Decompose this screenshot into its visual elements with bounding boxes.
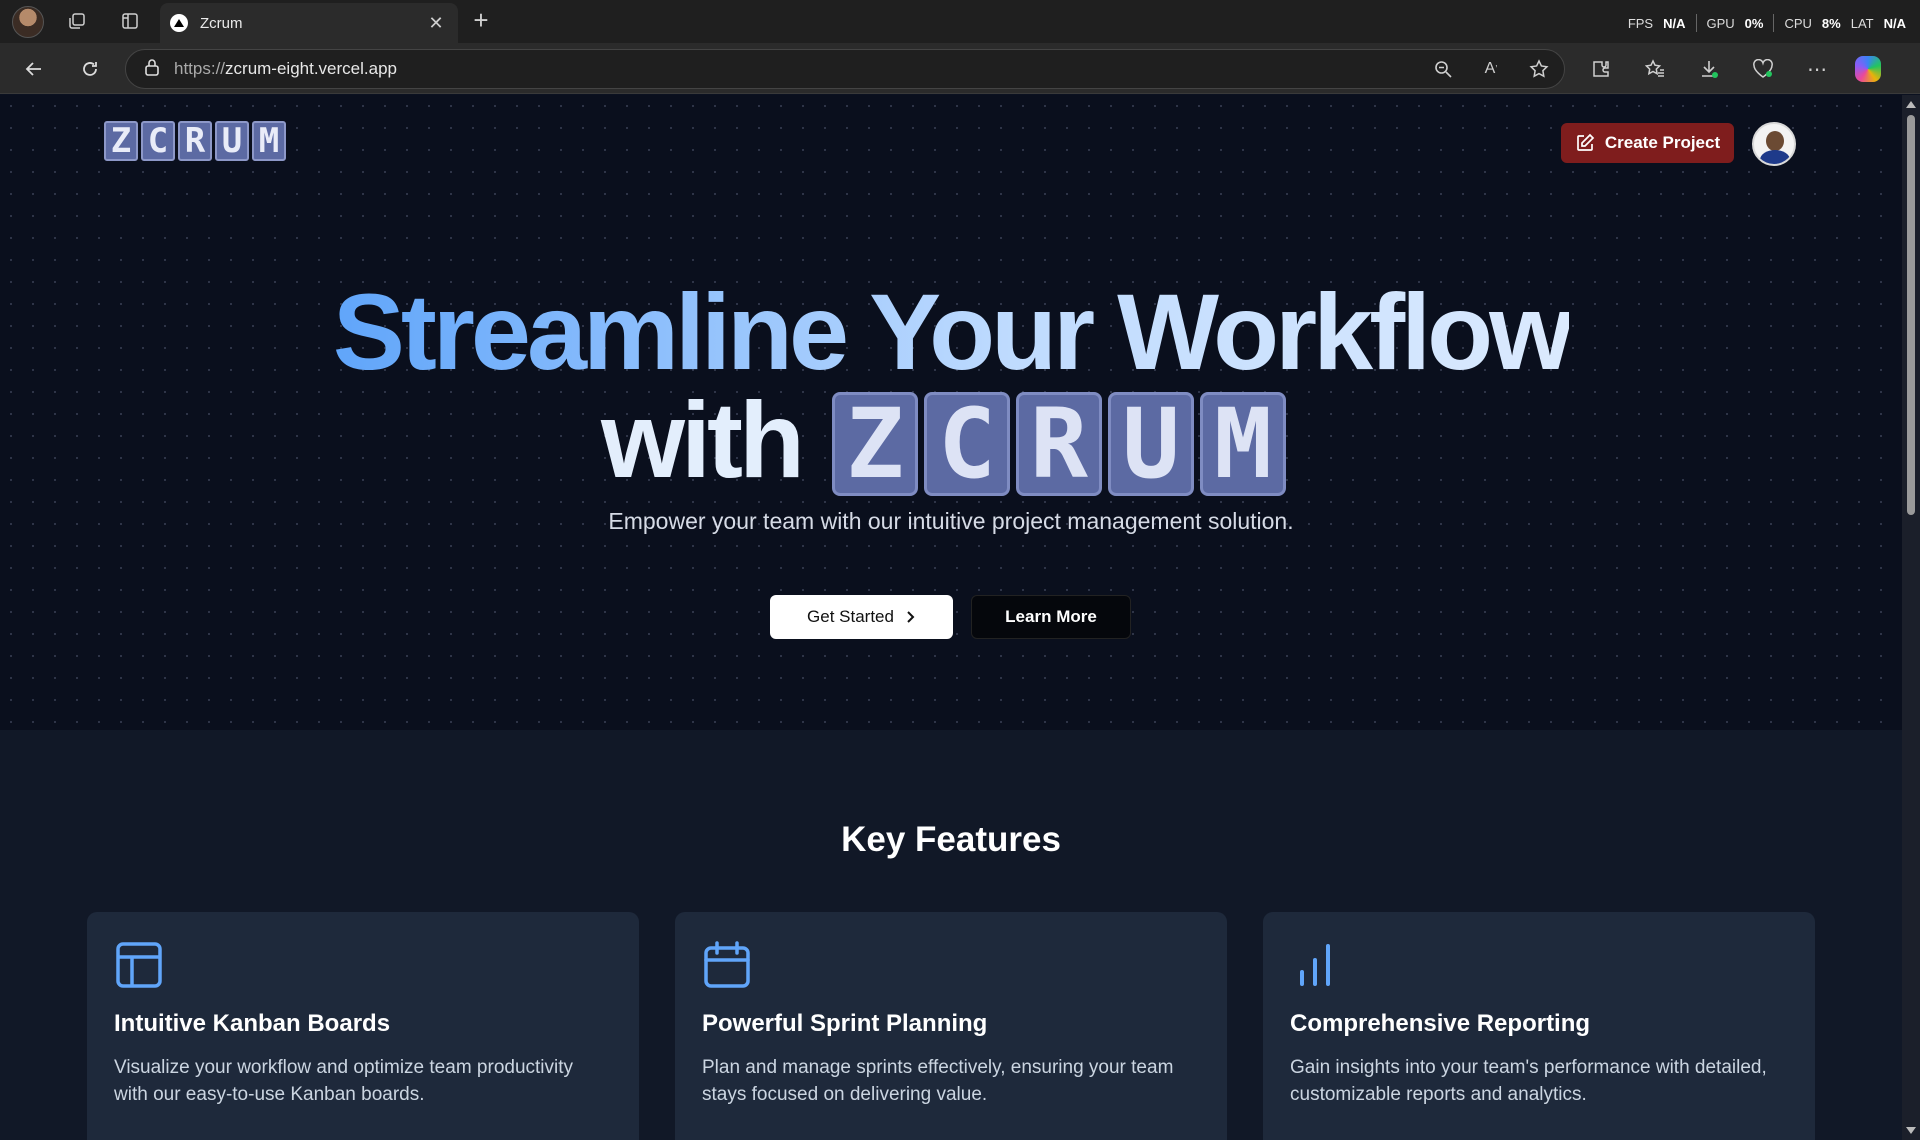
profile-avatar[interactable] — [12, 6, 44, 38]
logo-letter: Z — [832, 392, 918, 496]
url-host: zcrum-eight.vercel.app — [225, 59, 397, 78]
user-avatar[interactable] — [1752, 122, 1796, 166]
page-content: Z C R U M Create Project Streamline Your… — [0, 95, 1902, 1140]
divider — [1773, 14, 1775, 32]
get-started-label: Get Started — [807, 607, 894, 626]
feature-card-kanban: Intuitive Kanban Boards Visualize your w… — [87, 912, 639, 1140]
hero-subtitle: Empower your team with our intuitive pro… — [608, 508, 1294, 534]
logo-letter: M — [252, 121, 286, 161]
gpu-value: 0% — [1744, 15, 1764, 31]
card-description: Visualize your workflow and optimize tea… — [114, 1057, 574, 1105]
cpu-label: CPU — [1784, 15, 1812, 31]
favorites-icon[interactable] — [1639, 53, 1671, 85]
bar-chart-icon — [1290, 940, 1340, 990]
hero-zcrum-logo: Z C R U M — [832, 392, 1286, 496]
layout-icon — [114, 940, 164, 990]
url-prefix: https:// — [174, 59, 226, 78]
read-aloud-icon[interactable]: Aʼ — [1476, 54, 1506, 84]
logo-letter: C — [924, 392, 1010, 496]
url-text: https://zcrum-eight.vercel.app — [174, 59, 397, 79]
vertical-tabs-icon[interactable] — [115, 6, 145, 36]
create-project-label: Create Project — [1604, 133, 1721, 152]
collections-icon[interactable] — [62, 6, 92, 36]
learn-more-label: Learn More — [1005, 607, 1097, 626]
features-section: Key Features Intuitive Kanban Boards Vis… — [0, 730, 1902, 1140]
downloads-icon[interactable] — [1693, 53, 1725, 85]
card-description: Gain insights into your team's performan… — [1290, 1057, 1767, 1105]
features-title: Key Features — [841, 820, 1061, 859]
get-started-button[interactable]: Get Started — [770, 595, 953, 639]
back-button[interactable] — [18, 53, 50, 85]
logo-letter: U — [215, 121, 249, 161]
scrollbar-thumb[interactable] — [1907, 115, 1915, 515]
logo-letter: U — [1108, 392, 1194, 496]
scroll-up-arrow[interactable] — [1906, 101, 1916, 108]
logo-letter: C — [141, 121, 175, 161]
headline-line1: Streamline Your Workflow — [332, 271, 1573, 392]
tab-zcrum[interactable]: Zcrum ✕ — [160, 3, 458, 43]
refresh-button[interactable] — [74, 53, 106, 85]
card-description: Plan and manage sprints effectively, ens… — [702, 1057, 1174, 1105]
learn-more-button[interactable]: Learn More — [971, 595, 1131, 639]
calendar-icon — [702, 940, 752, 990]
hero-headline: Streamline Your Workflow — [0, 277, 1902, 387]
lat-value: N/A — [1883, 15, 1906, 31]
fps-label: FPS — [1627, 15, 1654, 31]
scroll-down-arrow[interactable] — [1906, 1127, 1916, 1134]
browser-tab-bar: Zcrum ✕ + FPS N/A GPU 0% CPU 8% LAT N/A — [0, 0, 1920, 43]
zoom-out-icon[interactable] — [1428, 54, 1458, 84]
performance-overlay: FPS N/A GPU 0% CPU 8% LAT N/A — [1628, 14, 1906, 32]
create-project-button[interactable]: Create Project — [1561, 123, 1734, 163]
feature-card-reporting: Comprehensive Reporting Gain insights in… — [1263, 912, 1815, 1140]
headline-with: with — [601, 379, 805, 500]
lock-icon[interactable] — [144, 58, 160, 81]
logo-letter: Z — [104, 121, 138, 161]
logo-letter: M — [1200, 392, 1286, 496]
logo-letter: R — [1016, 392, 1102, 496]
fps-value: N/A — [1663, 15, 1686, 31]
address-bar-actions: Aʼ — [1428, 54, 1554, 84]
chevron-right-icon — [907, 611, 915, 623]
favorite-star-icon[interactable] — [1524, 54, 1554, 84]
card-title: Powerful Sprint Planning — [702, 1010, 988, 1037]
copilot-icon[interactable] — [1855, 56, 1881, 82]
lat-label: LAT — [1850, 15, 1874, 31]
extensions-icon[interactable] — [1585, 53, 1617, 85]
new-tab-button[interactable]: + — [466, 6, 496, 36]
address-bar[interactable]: https://zcrum-eight.vercel.app Aʼ — [125, 49, 1565, 89]
hero-section: Z C R U M Create Project Streamline Your… — [0, 95, 1902, 730]
divider — [1695, 14, 1697, 32]
vercel-favicon-icon — [170, 14, 188, 32]
browser-toolbar: https://zcrum-eight.vercel.app Aʼ ⋯ — [0, 43, 1920, 94]
close-tab-icon[interactable]: ✕ — [424, 13, 448, 34]
feature-card-sprint: Powerful Sprint Planning Plan and manage… — [675, 912, 1227, 1140]
cpu-value: 8% — [1821, 15, 1841, 31]
tab-title: Zcrum — [200, 14, 243, 32]
logo-letter: R — [178, 121, 212, 161]
browser-toolbar-right: ⋯ — [1585, 53, 1881, 85]
edit-icon — [1577, 133, 1595, 151]
page-scrollbar[interactable] — [1902, 95, 1920, 1140]
card-title: Comprehensive Reporting — [1290, 1010, 1591, 1037]
browser-essentials-icon[interactable] — [1747, 53, 1779, 85]
gpu-label: GPU — [1706, 15, 1735, 31]
card-title: Intuitive Kanban Boards — [114, 1010, 391, 1037]
zcrum-logo[interactable]: Z C R U M — [104, 121, 286, 161]
more-menu-icon[interactable]: ⋯ — [1801, 53, 1833, 85]
